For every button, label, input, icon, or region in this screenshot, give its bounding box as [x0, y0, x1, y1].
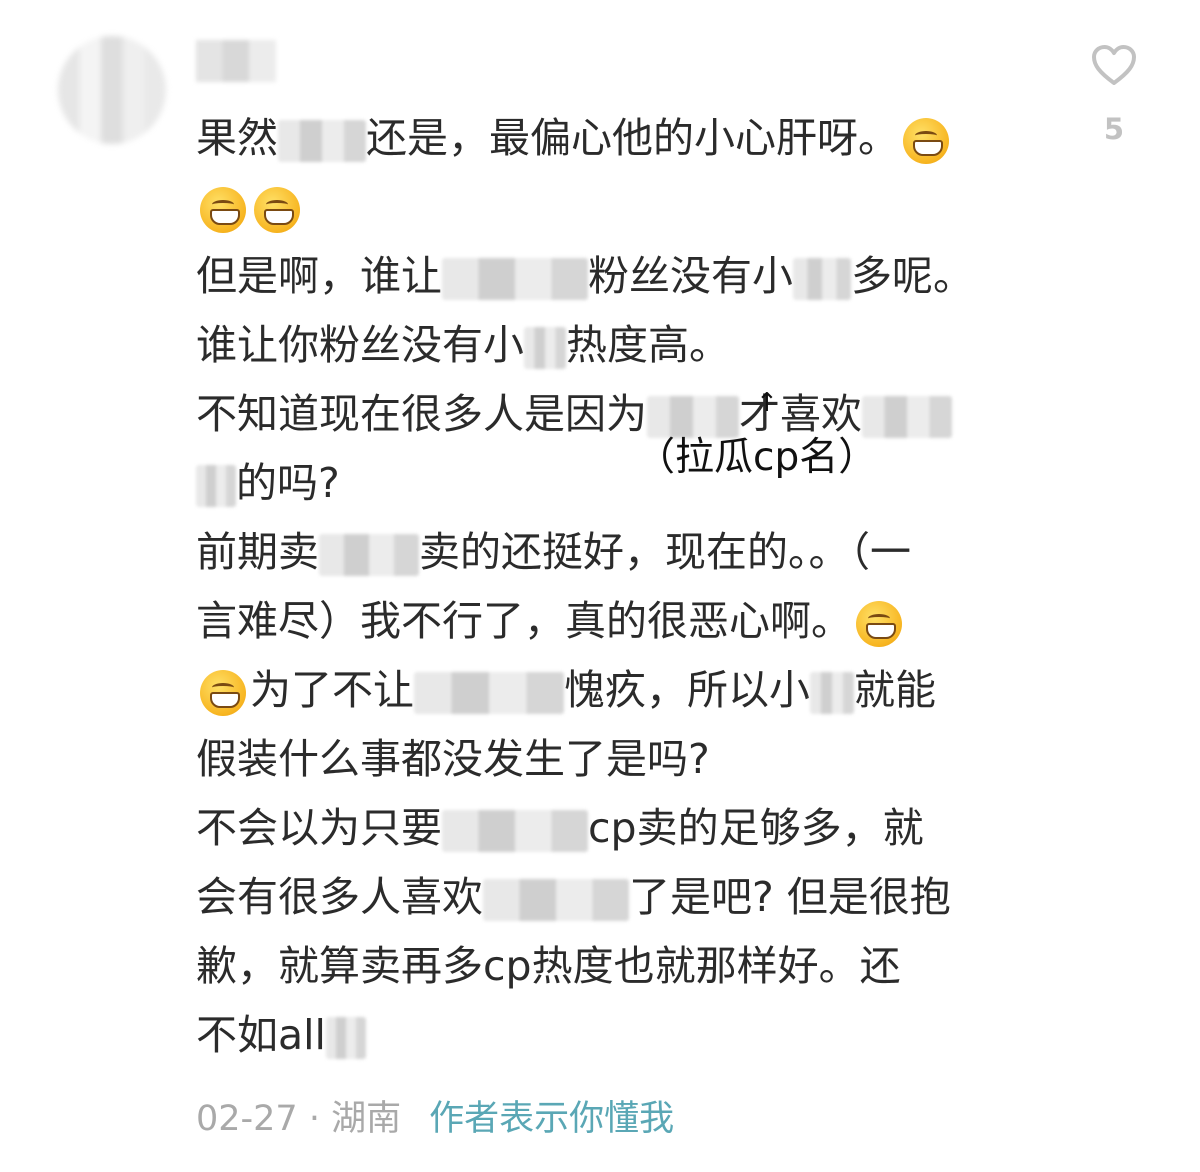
comment-line-3: 但是啊，谁让 粉丝没有小 多呢。: [196, 242, 1026, 311]
text-segment: 就能: [854, 666, 936, 714]
redacted-text: [442, 258, 588, 300]
comment-line-6: 的吗?: [196, 449, 1026, 518]
redacted-text: [278, 120, 366, 162]
comment-footer: 02-27 · 湖南 作者表示你懂我: [196, 1090, 674, 1141]
comment-line-5: 不知道现在很多人是因为 才喜欢: [196, 380, 1026, 449]
redacted-text: [483, 879, 629, 921]
text-segment: 谁让你粉丝没有小: [196, 321, 524, 369]
comment-line-12: 会有很多人喜欢 了是吧? 但是很抱: [196, 863, 1026, 932]
avatar[interactable]: [58, 36, 166, 144]
text-segment: 不如all: [196, 1011, 326, 1059]
text-segment: 前期卖: [196, 528, 319, 576]
separator-dot: ·: [297, 1099, 332, 1139]
text-segment: 果然: [196, 114, 278, 162]
comment-line-9: 为了不让 愧疚，所以小 就能: [196, 656, 1026, 725]
like-count: 5: [1103, 112, 1125, 146]
comment-line-10: 假装什么事都没发生了是吗?: [196, 725, 1026, 794]
text-segment: 多呢。: [851, 252, 974, 300]
text-segment: 不会以为只要: [196, 804, 442, 852]
redacted-text: [524, 327, 566, 369]
comment-line-8: 言难尽）我不行了，真的很恶心啊。: [196, 587, 1026, 656]
text-segment: 会有很多人喜欢: [196, 873, 483, 921]
redacted-text: [810, 672, 854, 714]
text-segment: 热度高。: [566, 321, 730, 369]
redacted-text: [442, 810, 588, 852]
text-segment: 愧疚，所以小: [564, 666, 810, 714]
text-segment: 卖的还挺好，现在的。。（一: [419, 528, 911, 576]
annotation-arrow: ↑: [756, 388, 778, 418]
grinning-face-icon: [903, 118, 949, 164]
text-segment: 假装什么事都没发生了是吗?: [196, 735, 710, 783]
text-segment: 歉，就算卖再多cp热度也就那样好。还: [196, 942, 901, 990]
comment-body: 果然 还是，最偏心他的小心肝呀。 但是啊，谁让 粉丝没有小 多呢。 谁让你粉丝没有小热…: [196, 104, 1026, 1070]
comment-date: 02-27: [196, 1099, 298, 1139]
redacted-text: [325, 1017, 366, 1059]
text-segment: 粉丝没有小: [588, 252, 793, 300]
redacted-text: [319, 534, 419, 576]
comment-line-4: 谁让你粉丝没有小 热度高。: [196, 311, 1026, 380]
grinning-face-icon: [200, 187, 246, 233]
comment-line-7: 前期卖 卖的还挺好，现在的。。（一: [196, 518, 1026, 587]
author-reaction-tag: 作者表示你懂我: [429, 1099, 675, 1139]
like-button[interactable]: 5: [1086, 44, 1142, 146]
grinning-sweat-icon: [200, 670, 246, 716]
text-segment: 的吗?: [236, 459, 340, 507]
text-segment: 但是啊，谁让: [196, 252, 442, 300]
redacted-text: [196, 465, 236, 507]
grinning-sweat-icon: [856, 601, 902, 647]
text-segment: 言难尽）我不行了，真的很恶心啊。: [196, 597, 852, 645]
text-segment: 了是吧? 但是很抱: [629, 873, 951, 921]
username-redacted[interactable]: [196, 40, 276, 82]
handwritten-annotation: （拉瓜cp名）: [636, 435, 878, 480]
comment-line-1: 果然 还是，最偏心他的小心肝呀。: [196, 104, 1026, 173]
heart-outline-icon: [1092, 45, 1136, 85]
comment-line-13: 歉，就算卖再多cp热度也就那样好。还: [196, 932, 1026, 1001]
text-segment: 为了不让: [250, 666, 414, 714]
grinning-face-icon: [254, 187, 300, 233]
text-segment: cp卖的足够多，就: [588, 804, 924, 852]
comment-location: 湖南: [331, 1099, 402, 1139]
comment-line-14: 不如all: [196, 1001, 1026, 1070]
text-segment: 还是，最偏心他的小心肝呀。: [366, 114, 899, 162]
text-segment: 不知道现在很多人是因为: [196, 390, 647, 438]
redacted-text: [793, 258, 851, 300]
comment-line-11: 不会以为只要 cp卖的足够多，就: [196, 794, 1026, 863]
redacted-text: [414, 672, 564, 714]
comment-line-2: [196, 173, 1026, 242]
